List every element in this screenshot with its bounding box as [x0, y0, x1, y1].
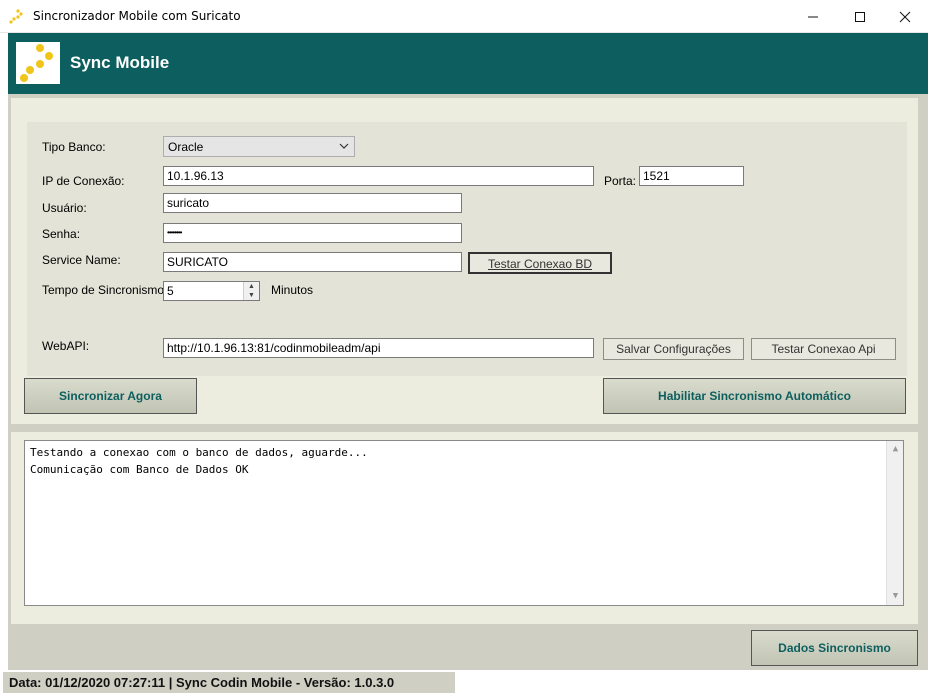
usuario-label: Usuário: — [42, 201, 87, 215]
close-icon — [899, 11, 911, 22]
service-name-label: Service Name: — [42, 253, 121, 267]
tipo-banco-value: Oracle — [168, 140, 204, 154]
minimize-button[interactable] — [790, 0, 836, 33]
scroll-up-icon[interactable]: ▲ — [887, 441, 904, 458]
log-textarea[interactable]: Testando a conexao com o banco de dados,… — [24, 440, 904, 606]
window-title: Sincronizador Mobile com Suricato — [33, 9, 241, 23]
close-button[interactable] — [882, 0, 928, 33]
main-panel: Tipo Banco: Oracle IP de Conexão: 10.1.9… — [8, 94, 928, 670]
maximize-icon — [855, 11, 865, 22]
scroll-down-icon[interactable]: ▼ — [887, 588, 904, 605]
usuario-field[interactable]: suricato — [163, 193, 462, 213]
status-bar: Data: 01/12/2020 07:27:11 | Sync Codin M… — [0, 670, 928, 695]
maximize-button[interactable] — [837, 0, 883, 33]
porta-label: Porta: — [604, 174, 637, 188]
log-line: Comunicação com Banco de Dados OK — [30, 463, 249, 476]
app-header: Sync Mobile — [8, 33, 928, 94]
testar-api-button[interactable]: Testar Conexao Api — [751, 338, 896, 360]
window-frame-left — [0, 33, 8, 673]
salvar-config-button[interactable]: Salvar Configurações — [603, 338, 744, 360]
ip-field[interactable]: 10.1.96.13 — [163, 166, 594, 186]
tempo-label: Tempo de Sincronismo: — [42, 283, 168, 297]
config-inner-panel: Tipo Banco: Oracle IP de Conexão: 10.1.9… — [27, 122, 907, 376]
log-panel: Testando a conexao com o banco de dados,… — [11, 432, 918, 624]
tempo-value: 5 — [167, 284, 174, 298]
webapi-label: WebAPI: — [42, 339, 90, 353]
tempo-stepper[interactable]: 5 ▲ ▼ — [163, 281, 260, 301]
log-line: Testando a conexao com o banco de dados,… — [30, 446, 368, 459]
app-icon — [9, 9, 23, 24]
stepper-arrows[interactable]: ▲ ▼ — [243, 282, 259, 300]
minutos-label: Minutos — [271, 283, 314, 297]
sync-logo-icon — [20, 44, 53, 82]
status-text: Data: 01/12/2020 07:27:11 | Sync Codin M… — [3, 672, 455, 693]
chevron-down-icon — [339, 143, 349, 149]
webapi-field[interactable]: http://10.1.96.13:81/codinmobileadm/api — [163, 338, 594, 358]
config-panel: Tipo Banco: Oracle IP de Conexão: 10.1.9… — [11, 98, 918, 424]
app-title: Sync Mobile — [70, 53, 170, 72]
habilitar-sincronismo-button[interactable]: Habilitar Sincronismo Automático — [603, 378, 906, 414]
tipo-banco-select[interactable]: Oracle — [163, 136, 355, 157]
dados-sincronismo-button[interactable]: Dados Sincronismo — [751, 630, 918, 666]
arrow-down-icon[interactable]: ▼ — [244, 291, 259, 300]
senha-label: Senha: — [42, 227, 81, 241]
service-name-field[interactable]: SURICATO — [163, 252, 462, 272]
title-bar: Sincronizador Mobile com Suricato — [0, 0, 928, 33]
log-scrollbar[interactable]: ▲ ▼ — [886, 441, 903, 605]
porta-field[interactable]: 1521 — [639, 166, 744, 186]
tipo-banco-label: Tipo Banco: — [42, 140, 106, 154]
senha-field[interactable]: •••••••• — [163, 223, 462, 243]
minimize-icon — [808, 16, 818, 17]
sincronizar-agora-button[interactable]: Sincronizar Agora — [24, 378, 197, 414]
testar-bd-button[interactable]: Testar Conexao BD — [468, 252, 612, 274]
ip-label: IP de Conexão: — [42, 174, 125, 188]
app-logo — [16, 42, 60, 84]
